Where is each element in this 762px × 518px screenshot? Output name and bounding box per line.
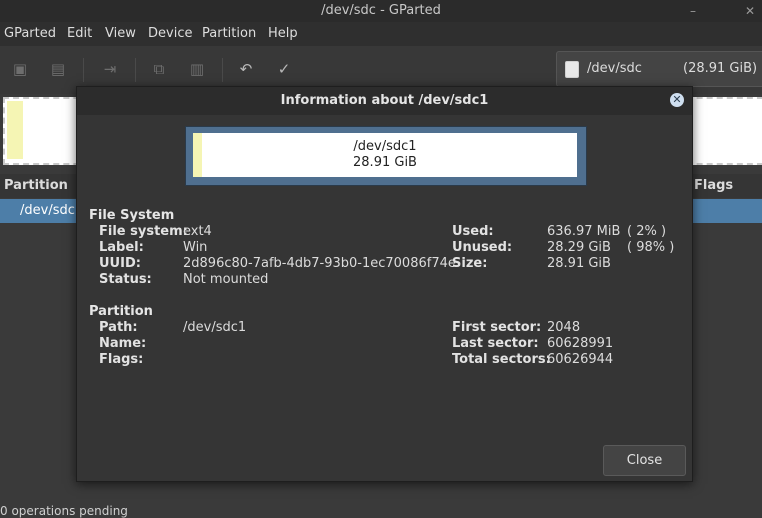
fs-value-filesystem: ext4 [183, 224, 212, 239]
usage-label-unused: Unused: [452, 240, 513, 255]
part-label-flags: Flags: [99, 352, 144, 367]
fs-value-uuid: 2d896c80-7afb-4db7-93b0-1ec70086f74e [183, 256, 456, 271]
toolbar-separator [135, 58, 136, 82]
menubar: GParted Edit View Device Partition Help [0, 22, 762, 46]
partition-graph-inner: /dev/sdc1 28.91 GiB [193, 133, 577, 177]
window-title: /dev/sdc - GParted [321, 3, 441, 18]
partition-heading: Partition [89, 304, 153, 319]
info-dialog: Information about /dev/sdc1 ✕ /dev/sdc1 … [76, 86, 693, 482]
minimize-icon[interactable]: – [690, 0, 696, 22]
fs-label-status: Status: [99, 272, 152, 287]
file-system-heading: File System [89, 208, 175, 223]
usage-value-used: 636.97 MiB [547, 224, 621, 239]
partition-graph-name: /dev/sdc1 [353, 139, 417, 154]
delete-icon[interactable]: ▤ [47, 58, 69, 80]
window-titlebar: /dev/sdc - GParted – ✕ [0, 0, 762, 22]
sector-value-last: 60628991 [547, 336, 614, 351]
new-icon[interactable]: ▣ [9, 58, 31, 80]
usage-pct-used: ( 2% ) [627, 224, 667, 239]
resize-icon[interactable]: ⇥ [99, 58, 121, 80]
dialog-title-text: Information about /dev/sdc1 [280, 93, 489, 108]
status-bar: 0 operations pending [0, 504, 762, 518]
device-size: (28.91 GiB) [683, 61, 758, 76]
part-label-path: Path: [99, 320, 138, 335]
sector-label-last: Last sector: [452, 336, 539, 351]
part-value-path: /dev/sdc1 [183, 320, 247, 335]
dialog-title: Information about /dev/sdc1 [77, 87, 692, 115]
device-name: /dev/sdc [587, 61, 642, 76]
sector-label-total: Total sectors: [452, 352, 551, 367]
menu-partition[interactable]: Partition [202, 22, 256, 46]
copy-icon[interactable]: ⧉ [148, 58, 170, 80]
part-label-name: Name: [99, 336, 147, 351]
apply-icon[interactable]: ✓ [273, 58, 295, 80]
fs-value-status: Not mounted [183, 272, 269, 287]
menu-device[interactable]: Device [148, 22, 192, 46]
fs-value-label: Win [183, 240, 208, 255]
menu-view[interactable]: View [105, 22, 136, 46]
fs-label-filesystem: File system: [99, 224, 188, 239]
menu-gparted[interactable]: GParted [4, 22, 56, 46]
sector-value-total: 60626944 [547, 352, 614, 367]
sector-value-first: 2048 [547, 320, 581, 335]
dialog-close-icon[interactable]: ✕ [670, 93, 684, 107]
undo-icon[interactable]: ↶ [235, 58, 257, 80]
column-partition[interactable]: Partition [4, 174, 68, 198]
close-window-icon[interactable]: ✕ [745, 0, 755, 22]
partition-graph: /dev/sdc1 28.91 GiB [185, 126, 587, 186]
toolbar-separator [222, 58, 223, 82]
toolbar-separator [83, 58, 84, 82]
column-flags[interactable]: Flags [694, 174, 733, 198]
menu-help[interactable]: Help [268, 22, 298, 46]
device-selector[interactable]: /dev/sdc (28.91 GiB) [556, 51, 762, 87]
fs-label-label: Label: [99, 240, 144, 255]
disk-icon [565, 61, 579, 78]
usage-label-used: Used: [452, 224, 494, 239]
status-text: 0 operations pending [0, 504, 128, 518]
sector-label-first: First sector: [452, 320, 542, 335]
paste-icon[interactable]: ▥ [186, 58, 208, 80]
partition-usage-bar [7, 101, 23, 159]
usage-value-unused: 28.29 GiB [547, 240, 611, 255]
usage-pct-unused: ( 98% ) [627, 240, 675, 255]
close-button[interactable]: Close [603, 445, 686, 476]
partition-row-name: /dev/sdc1 [20, 203, 84, 218]
usage-value-size: 28.91 GiB [547, 256, 611, 271]
partition-graph-size: 28.91 GiB [353, 155, 417, 170]
usage-label-size: Size: [452, 256, 488, 271]
fs-label-uuid: UUID: [99, 256, 141, 271]
menu-edit[interactable]: Edit [67, 22, 92, 46]
